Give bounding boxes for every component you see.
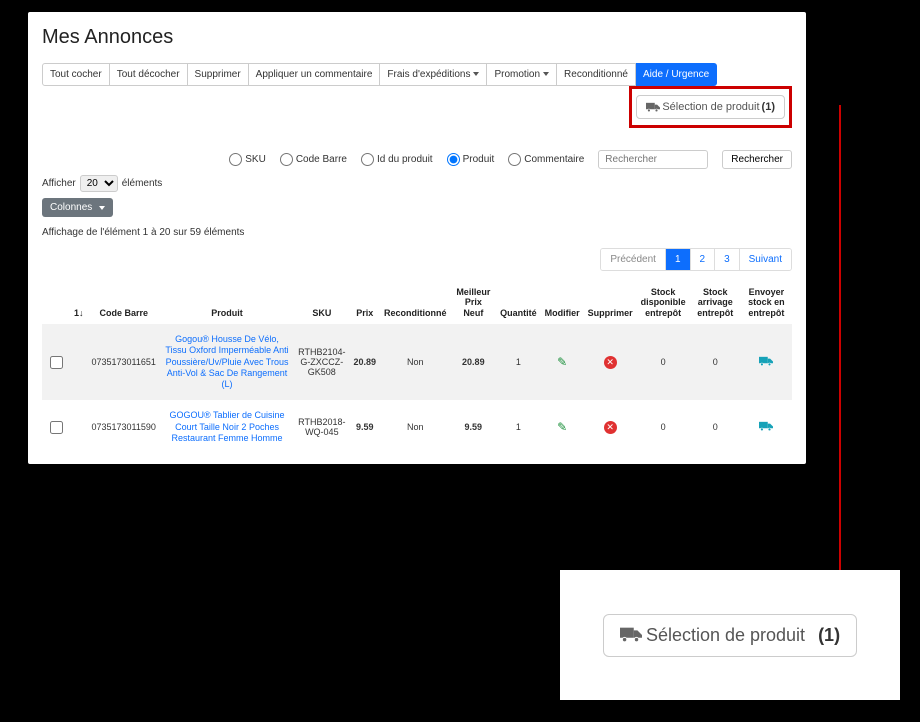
truck-icon xyxy=(646,102,660,113)
listings-table: 1↓ Code Barre Produit SKU Prix Reconditi… xyxy=(42,281,792,454)
col-best-price[interactable]: Meilleur Prix Neuf xyxy=(451,281,497,324)
delete-icon[interactable]: ✕ xyxy=(604,356,617,369)
cell-best-price: 9.59 xyxy=(451,400,497,454)
cell-sku: RTHB2104-G-ZXCCZ-GK508 xyxy=(294,324,349,400)
main-panel: Mes Annonces Tout cocher Tout décocher S… xyxy=(28,12,806,464)
cell-recond: Non xyxy=(380,324,451,400)
col-stock-avail[interactable]: Stock disponible entrepôt xyxy=(637,281,690,324)
radio-barcode-label: Code Barre xyxy=(296,154,347,165)
cell-price: 9.59 xyxy=(350,400,381,454)
search-input[interactable] xyxy=(598,150,708,169)
cell-barcode: 0735173011590 xyxy=(88,400,160,454)
radio-sku[interactable]: SKU xyxy=(229,153,266,166)
pager-next[interactable]: Suivant xyxy=(739,249,791,270)
cell-barcode: 0735173011651 xyxy=(88,324,160,400)
edit-icon[interactable]: ✎ xyxy=(557,420,567,434)
shipping-fees-dropdown[interactable]: Frais d'expéditions xyxy=(380,63,487,86)
row-checkbox[interactable] xyxy=(50,421,63,434)
cell-stock-avail: 0 xyxy=(637,400,690,454)
chevron-down-icon xyxy=(543,72,549,76)
cell-qty: 1 xyxy=(496,400,541,454)
col-qty[interactable]: Quantité xyxy=(496,281,541,324)
shipping-fees-label: Frais d'expéditions xyxy=(387,69,470,80)
send-stock-icon[interactable] xyxy=(759,424,773,434)
callout-box: Sélection de produit (1) xyxy=(560,570,900,700)
col-modify[interactable]: Modifier xyxy=(541,281,584,324)
product-selection-button[interactable]: Sélection de produit (1) xyxy=(636,95,785,119)
table-row: 0735173011651 Gogou® Housse De Vélo, Tis… xyxy=(42,324,792,400)
apply-comment-button[interactable]: Appliquer un commentaire xyxy=(249,63,381,86)
length-row: Afficher 20 éléments xyxy=(42,175,792,192)
chevron-down-icon xyxy=(99,206,105,210)
pager-page-1[interactable]: 1 xyxy=(665,249,690,270)
radio-sku-label: SKU xyxy=(245,154,266,165)
cell-sku: RTHB2018-WQ-045 xyxy=(294,400,349,454)
reconditioned-button[interactable]: Reconditionné xyxy=(557,63,636,86)
col-send-stock[interactable]: Envoyer stock en entrepôt xyxy=(741,281,792,324)
toolbar-group: Tout cocher Tout décocher Supprimer Appl… xyxy=(42,63,717,86)
edit-icon[interactable]: ✎ xyxy=(557,355,567,369)
col-product[interactable]: Produit xyxy=(160,281,294,324)
table-info: Affichage de l'élément 1 à 20 sur 59 élé… xyxy=(42,227,792,238)
table-row: 0735173011590 GOGOU® Tablier de Cuisine … xyxy=(42,400,792,454)
chevron-down-icon xyxy=(473,72,479,76)
radio-comment[interactable]: Commentaire xyxy=(508,153,584,166)
cell-qty: 1 xyxy=(496,324,541,400)
pager-prev[interactable]: Précédent xyxy=(601,249,665,270)
pager-page-2[interactable]: 2 xyxy=(690,249,715,270)
page-title: Mes Annonces xyxy=(42,26,792,49)
promotion-dropdown[interactable]: Promotion xyxy=(487,63,557,86)
search-button[interactable]: Rechercher xyxy=(722,150,792,169)
col-price[interactable]: Prix xyxy=(350,281,381,324)
col-idx[interactable]: 1↓ xyxy=(70,281,88,324)
selection-highlight: Sélection de produit (1) xyxy=(629,86,792,128)
radio-barcode[interactable]: Code Barre xyxy=(280,153,347,166)
product-selection-button-zoom: Sélection de produit (1) xyxy=(603,614,857,657)
col-barcode[interactable]: Code Barre xyxy=(88,281,160,324)
cell-best-price: 20.89 xyxy=(451,324,497,400)
row-checkbox[interactable] xyxy=(50,356,63,369)
col-stock-incoming[interactable]: Stock arrivage entrepôt xyxy=(690,281,741,324)
delete-icon[interactable]: ✕ xyxy=(604,421,617,434)
callout-line xyxy=(839,105,841,610)
radio-product-label: Produit xyxy=(463,154,495,165)
col-reconditioned[interactable]: Reconditionné xyxy=(380,281,451,324)
uncheck-all-button[interactable]: Tout décocher xyxy=(110,63,188,86)
columns-dropdown[interactable]: Colonnes xyxy=(42,198,113,217)
truck-icon xyxy=(620,627,642,643)
pager-row: Précédent 1 2 3 Suivant xyxy=(42,248,792,271)
col-sku[interactable]: SKU xyxy=(294,281,349,324)
cell-stock-incoming: 0 xyxy=(690,400,741,454)
columns-label: Colonnes xyxy=(50,202,92,213)
pager: Précédent 1 2 3 Suivant xyxy=(600,248,792,271)
pager-page-3[interactable]: 3 xyxy=(714,249,739,270)
promotion-label: Promotion xyxy=(494,69,540,80)
delete-button[interactable]: Supprimer xyxy=(188,63,249,86)
cell-stock-incoming: 0 xyxy=(690,324,741,400)
cell-price: 20.89 xyxy=(350,324,381,400)
selection-label: Sélection de produit xyxy=(662,101,759,113)
help-button[interactable]: Aide / Urgence xyxy=(636,63,717,86)
length-prefix: Afficher xyxy=(42,178,76,189)
callout-label: Sélection de produit xyxy=(646,625,805,646)
toolbar: Tout cocher Tout décocher Supprimer Appl… xyxy=(42,63,792,128)
radio-product-id-label: Id du produit xyxy=(377,154,433,165)
cell-recond: Non xyxy=(380,400,451,454)
filter-row: SKU Code Barre Id du produit Produit Com… xyxy=(42,150,792,169)
page-length-select[interactable]: 20 xyxy=(80,175,118,192)
col-checkbox xyxy=(42,281,70,324)
length-suffix: éléments xyxy=(122,178,163,189)
send-stock-icon[interactable] xyxy=(759,359,773,369)
check-all-button[interactable]: Tout cocher xyxy=(42,63,110,86)
radio-product-id[interactable]: Id du produit xyxy=(361,153,433,166)
radio-comment-label: Commentaire xyxy=(524,154,584,165)
product-link[interactable]: Gogou® Housse De Vélo, Tissu Oxford Impe… xyxy=(164,334,290,390)
callout-count: (1) xyxy=(818,625,840,646)
product-link[interactable]: GOGOU® Tablier de Cuisine Court Taille N… xyxy=(164,410,290,444)
radio-product[interactable]: Produit xyxy=(447,153,495,166)
cell-stock-avail: 0 xyxy=(637,324,690,400)
col-delete[interactable]: Supprimer xyxy=(584,281,637,324)
selection-count: (1) xyxy=(762,101,775,113)
